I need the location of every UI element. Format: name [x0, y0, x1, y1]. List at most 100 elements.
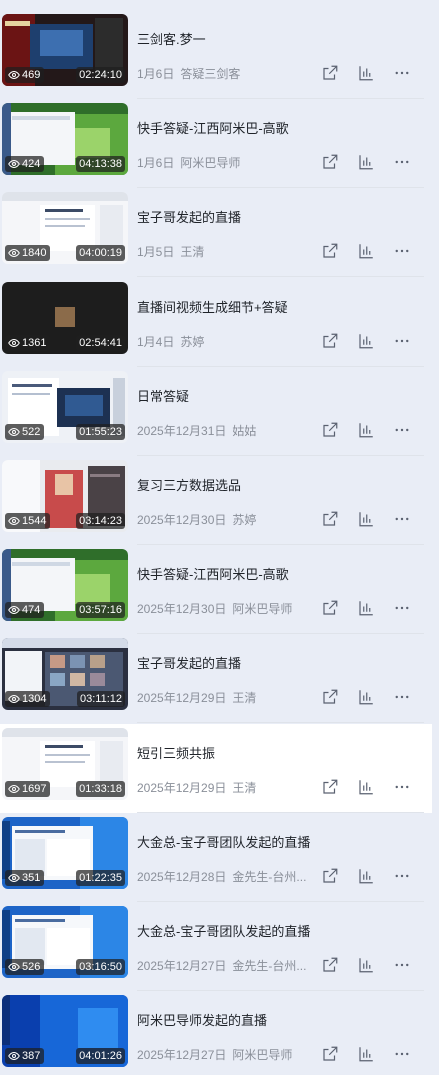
eye-icon: [8, 604, 20, 616]
view-count-badge: 1840: [5, 245, 51, 261]
video-title[interactable]: 直播间视频生成细节+答疑: [137, 297, 288, 316]
view-count-badge: 522: [5, 424, 45, 440]
video-title[interactable]: 短引三频共振: [137, 743, 215, 762]
view-count: 1361: [22, 337, 47, 349]
video-row[interactable]: 469 02:24:10 三剑客.梦一 1月6日 答疑三剑客: [0, 10, 432, 99]
video-thumbnail[interactable]: 526 03:16:50: [2, 906, 128, 978]
bar-chart-icon[interactable]: [356, 955, 376, 975]
video-row[interactable]: 1361 02:54:41 直播间视频生成细节+答疑 1月4日 苏婷: [0, 278, 432, 367]
video-thumbnail[interactable]: 1544 03:14:23: [2, 460, 128, 532]
video-title[interactable]: 宝子哥发起的直播: [137, 653, 241, 672]
video-title[interactable]: 复习三方数据选品: [137, 475, 241, 494]
view-count-badge: 1544: [5, 513, 51, 529]
bar-chart-icon[interactable]: [356, 1044, 376, 1064]
share-icon[interactable]: [320, 331, 340, 351]
video-title[interactable]: 三剑客.梦一: [137, 29, 206, 48]
share-icon[interactable]: [320, 241, 340, 261]
video-title[interactable]: 快手答疑-江西阿米巴-高歌: [137, 564, 289, 583]
bar-chart-icon[interactable]: [356, 598, 376, 618]
share-icon[interactable]: [320, 687, 340, 707]
share-icon[interactable]: [320, 420, 340, 440]
more-icon[interactable]: [392, 866, 412, 886]
view-count: 1840: [22, 247, 47, 259]
row-actions: [320, 598, 412, 618]
bar-chart-icon[interactable]: [356, 331, 376, 351]
video-title[interactable]: 快手答疑-江西阿米巴-高歌: [137, 118, 289, 137]
more-icon[interactable]: [392, 598, 412, 618]
video-thumbnail[interactable]: 1361 02:54:41: [2, 282, 128, 354]
share-icon[interactable]: [320, 777, 340, 797]
more-icon[interactable]: [392, 241, 412, 261]
video-date: 1月5日: [137, 245, 175, 259]
video-row[interactable]: 522 01:55:23 日常答疑 2025年12月31日 姑姑: [0, 367, 432, 456]
video-author: 金先生-台州...: [232, 870, 307, 884]
video-author: 金先生-台州...: [232, 959, 307, 973]
video-date: 2025年12月31日: [137, 424, 227, 438]
view-count: 526: [22, 961, 41, 973]
video-title[interactable]: 大金总-宝子哥团队发起的直播: [137, 921, 310, 940]
video-row[interactable]: 1544 03:14:23 复习三方数据选品 2025年12月30日 苏婷: [0, 456, 432, 545]
video-row[interactable]: 474 03:57:16 快手答疑-江西阿米巴-高歌 2025年12月30日 阿米巴导师: [0, 545, 432, 634]
eye-icon: [8, 1050, 20, 1062]
eye-icon: [8, 693, 20, 705]
bar-chart-icon[interactable]: [356, 777, 376, 797]
video-author: 阿米巴导师: [232, 1048, 293, 1062]
share-icon[interactable]: [320, 598, 340, 618]
share-icon[interactable]: [320, 152, 340, 172]
video-title[interactable]: 阿米巴导师发起的直播: [137, 1010, 267, 1029]
row-actions: [320, 152, 412, 172]
more-icon[interactable]: [392, 777, 412, 797]
video-meta: 2025年12月29日 王清: [137, 689, 310, 706]
video-date: 2025年12月30日: [137, 602, 227, 616]
row-actions: [320, 687, 412, 707]
share-icon[interactable]: [320, 1044, 340, 1064]
video-meta: 2025年12月28日 金先生-台州...: [137, 868, 310, 885]
row-actions: [320, 777, 412, 797]
more-icon[interactable]: [392, 509, 412, 529]
share-icon[interactable]: [320, 866, 340, 886]
video-title[interactable]: 大金总-宝子哥团队发起的直播: [137, 832, 310, 851]
duration-badge: 04:13:38: [76, 156, 125, 172]
video-title[interactable]: 日常答疑: [137, 386, 189, 405]
video-row[interactable]: 351 01:22:35 大金总-宝子哥团队发起的直播 2025年12月28日 金先生-…: [0, 813, 432, 902]
share-icon[interactable]: [320, 955, 340, 975]
video-thumbnail[interactable]: 1697 01:33:18: [2, 728, 128, 800]
bar-chart-icon[interactable]: [356, 152, 376, 172]
video-date: 1月6日: [137, 67, 175, 81]
video-thumbnail[interactable]: 469 02:24:10: [2, 14, 128, 86]
bar-chart-icon[interactable]: [356, 241, 376, 261]
video-row[interactable]: 526 03:16:50 大金总-宝子哥团队发起的直播 2025年12月27日 金先生-…: [0, 902, 432, 991]
more-icon[interactable]: [392, 331, 412, 351]
share-icon[interactable]: [320, 509, 340, 529]
video-thumbnail[interactable]: 424 04:13:38: [2, 103, 128, 175]
view-count: 1697: [22, 783, 47, 795]
video-thumbnail[interactable]: 474 03:57:16: [2, 549, 128, 621]
video-row[interactable]: 387 04:01:26 阿米巴导师发起的直播 2025年12月27日 阿米巴导师: [0, 991, 432, 1075]
bar-chart-icon[interactable]: [356, 687, 376, 707]
video-thumbnail[interactable]: 387 04:01:26: [2, 995, 128, 1067]
video-thumbnail[interactable]: 351 01:22:35: [2, 817, 128, 889]
bar-chart-icon[interactable]: [356, 63, 376, 83]
video-thumbnail[interactable]: 1840 04:00:19: [2, 192, 128, 264]
more-icon[interactable]: [392, 152, 412, 172]
video-title[interactable]: 宝子哥发起的直播: [137, 207, 241, 226]
bar-chart-icon[interactable]: [356, 509, 376, 529]
duration-badge: 01:33:18: [76, 781, 125, 797]
video-row[interactable]: 1697 01:33:18 短引三频共振 2025年12月29日 王清: [0, 724, 432, 813]
video-thumbnail[interactable]: 1304 03:11:12: [2, 638, 128, 710]
video-row[interactable]: 424 04:13:38 快手答疑-江西阿米巴-高歌 1月6日 阿米巴导师: [0, 99, 432, 188]
video-meta: 2025年12月29日 王清: [137, 779, 310, 796]
bar-chart-icon[interactable]: [356, 866, 376, 886]
video-row[interactable]: 1840 04:00:19 宝子哥发起的直播 1月5日 王清: [0, 188, 432, 277]
video-thumbnail[interactable]: 522 01:55:23: [2, 371, 128, 443]
more-icon[interactable]: [392, 1044, 412, 1064]
share-icon[interactable]: [320, 63, 340, 83]
row-actions: [320, 866, 412, 886]
bar-chart-icon[interactable]: [356, 420, 376, 440]
more-icon[interactable]: [392, 687, 412, 707]
more-icon[interactable]: [392, 420, 412, 440]
more-icon[interactable]: [392, 955, 412, 975]
video-row[interactable]: 1304 03:11:12 宝子哥发起的直播 2025年12月29日 王清: [0, 634, 432, 723]
row-actions: [320, 420, 412, 440]
more-icon[interactable]: [392, 63, 412, 83]
